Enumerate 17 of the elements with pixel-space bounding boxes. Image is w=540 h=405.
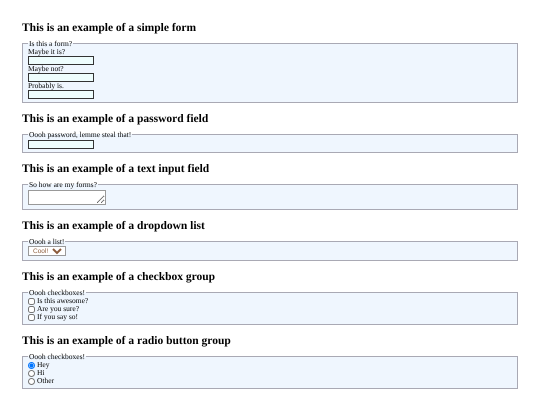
password-field[interactable] bbox=[28, 140, 94, 149]
text-area[interactable] bbox=[28, 190, 106, 205]
input-field[interactable] bbox=[28, 73, 94, 82]
checkbox[interactable] bbox=[28, 298, 35, 304]
section-heading: This is an example of a dropdown list bbox=[22, 220, 206, 233]
input-field[interactable] bbox=[28, 56, 94, 65]
section-heading: This is an example of a checkbox group bbox=[22, 271, 216, 284]
section-heading: This is an example of a password field bbox=[22, 113, 210, 126]
section-heading: This is an example of a text input field bbox=[22, 163, 210, 176]
radio-button[interactable] bbox=[28, 378, 35, 384]
radio-button[interactable] bbox=[28, 362, 35, 368]
section-heading: This is an example of a simple form bbox=[22, 22, 198, 35]
checkbox[interactable] bbox=[28, 306, 35, 312]
checkbox[interactable] bbox=[28, 314, 35, 320]
input-field[interactable] bbox=[28, 90, 94, 99]
radio-button[interactable] bbox=[28, 370, 35, 376]
section-heading: This is an example of a radio button group bbox=[22, 335, 232, 348]
